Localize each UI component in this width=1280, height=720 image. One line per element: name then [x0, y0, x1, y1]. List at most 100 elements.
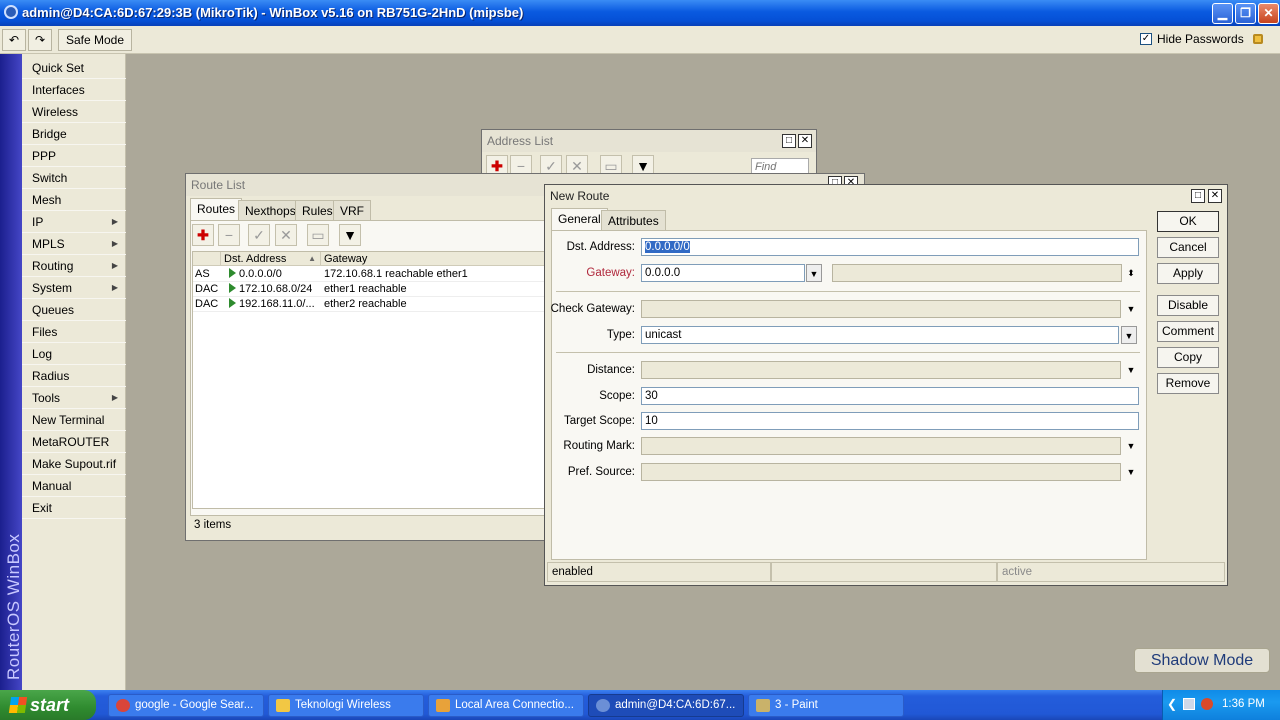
- taskbar-item[interactable]: Local Area Connectio...: [428, 694, 584, 717]
- dst-address-input[interactable]: 0.0.0.0/0: [641, 238, 1139, 256]
- tab-general[interactable]: General: [551, 208, 608, 230]
- pref-source-select[interactable]: [641, 463, 1121, 481]
- route-gateway: ether1 reachable: [324, 283, 407, 295]
- chevron-down-icon[interactable]: ▼: [1123, 361, 1139, 379]
- tab-attributes[interactable]: Attributes: [601, 210, 666, 230]
- taskbar-item[interactable]: 3 - Paint: [748, 694, 904, 717]
- active-route-icon: [229, 283, 236, 293]
- sidebar-item-new-terminal[interactable]: New Terminal: [22, 409, 126, 431]
- type-dropdown-icon[interactable]: ▼: [1121, 326, 1137, 344]
- submenu-arrow-icon: ▶: [111, 283, 118, 292]
- tab-vrf[interactable]: VRF: [333, 200, 371, 220]
- tab-routes[interactable]: Routes: [190, 198, 243, 220]
- sidebar-item-files[interactable]: Files: [22, 321, 126, 343]
- remove-icon[interactable]: −: [218, 224, 240, 246]
- check-gateway-label: Check Gateway:: [550, 303, 635, 315]
- winbox-logo-icon: [4, 5, 18, 19]
- distance-select[interactable]: [641, 361, 1121, 379]
- sidebar-item-queues[interactable]: Queues: [22, 299, 126, 321]
- sidebar-item-ppp[interactable]: PPP: [22, 145, 126, 167]
- sidebar-item-metarouter[interactable]: MetaROUTER: [22, 431, 126, 453]
- sidebar-item-quick-set[interactable]: Quick Set: [22, 57, 126, 79]
- ok-button[interactable]: OK: [1157, 211, 1219, 232]
- sidebar-item-label: Tools: [32, 391, 61, 405]
- checkbox-checked-icon[interactable]: ✓: [1140, 33, 1152, 45]
- add-icon[interactable]: ✚: [192, 224, 214, 246]
- undo-icon[interactable]: ↶: [2, 29, 26, 51]
- sidebar-item-label: Make Supout.rif: [32, 457, 117, 471]
- sidebar-item-system[interactable]: System ▶: [22, 277, 126, 299]
- enable-icon[interactable]: ✓: [248, 224, 270, 246]
- apply-button[interactable]: Apply: [1157, 263, 1219, 284]
- sidebar-item-ip[interactable]: IP ▶: [22, 211, 126, 233]
- status-enabled: enabled: [547, 562, 771, 582]
- shadow-mode-button[interactable]: Shadow Mode: [1134, 648, 1270, 673]
- sidebar-item-manual[interactable]: Manual: [22, 475, 126, 497]
- taskbar-item-label: admin@D4:CA:6D:67...: [615, 699, 736, 711]
- type-select[interactable]: unicast: [641, 326, 1119, 344]
- tray-expand-icon[interactable]: ❮: [1167, 697, 1177, 711]
- chevron-down-icon[interactable]: ▼: [1123, 437, 1139, 455]
- chevron-down-icon[interactable]: ▼: [1123, 463, 1139, 481]
- window-maximize-icon[interactable]: □: [1191, 189, 1205, 203]
- comment-button[interactable]: Comment: [1157, 321, 1219, 342]
- address-list-window[interactable]: Address List □ ✕ ✚ − ✓ ✕ ▭ ▼: [481, 129, 817, 179]
- check-gateway-select[interactable]: [641, 300, 1121, 318]
- chevron-down-icon[interactable]: ▼: [1123, 300, 1139, 318]
- hide-passwords-toggle[interactable]: ✓ Hide Passwords: [1140, 32, 1263, 46]
- comment-icon[interactable]: ▭: [307, 224, 329, 246]
- taskbar-item[interactable]: Teknologi Wireless: [268, 694, 424, 717]
- sidebar-item-mpls[interactable]: MPLS ▶: [22, 233, 126, 255]
- sidebar-item-tools[interactable]: Tools ▶: [22, 387, 126, 409]
- sidebar-item-wireless[interactable]: Wireless: [22, 101, 126, 123]
- new-route-window[interactable]: New Route □ ✕ General Attributes Dst. Ad…: [544, 184, 1228, 586]
- window-maximize-icon[interactable]: □: [782, 134, 796, 148]
- target-scope-input[interactable]: 10: [641, 412, 1139, 430]
- network-tray-icon[interactable]: [1183, 698, 1195, 710]
- sidebar-item-mesh[interactable]: Mesh: [22, 189, 126, 211]
- sidebar-item-make-supout-rif[interactable]: Make Supout.rif: [22, 453, 126, 475]
- sidebar-item-label: Wireless: [32, 105, 79, 119]
- sidebar-item-routing[interactable]: Routing ▶: [22, 255, 126, 277]
- remove-button[interactable]: Remove: [1157, 373, 1219, 394]
- sidebar-brand: RouterOS WinBox: [4, 533, 23, 680]
- disable-icon[interactable]: ✕: [275, 224, 297, 246]
- sidebar-item-radius[interactable]: Radius: [22, 365, 126, 387]
- dst-address-value: 0.0.0.0/0: [645, 241, 690, 253]
- routing-mark-select[interactable]: [641, 437, 1121, 455]
- type-label: Type:: [606, 329, 635, 341]
- maximize-button[interactable]: ❐: [1235, 3, 1256, 24]
- scope-input[interactable]: 30: [641, 387, 1139, 405]
- window-close-icon[interactable]: ✕: [1208, 189, 1222, 203]
- security-tray-icon[interactable]: [1201, 698, 1213, 710]
- close-button[interactable]: ✕: [1258, 3, 1279, 24]
- sidebar-item-label: Radius: [32, 369, 70, 383]
- taskbar-item[interactable]: admin@D4:CA:6D:67...: [588, 694, 744, 717]
- minimize-button[interactable]: ▁: [1212, 3, 1233, 24]
- window-close-icon[interactable]: ✕: [798, 134, 812, 148]
- folder-icon: [276, 699, 290, 712]
- flags-column-header[interactable]: [193, 252, 221, 266]
- taskbar-item-label: 3 - Paint: [775, 699, 818, 711]
- cancel-button[interactable]: Cancel: [1157, 237, 1219, 258]
- sidebar-item-label: Log: [32, 347, 53, 361]
- tab-nexthops[interactable]: Nexthops: [238, 200, 303, 220]
- routing-mark-label: Routing Mark:: [563, 440, 635, 452]
- distance-label: Distance:: [587, 364, 635, 376]
- redo-icon[interactable]: ↷: [28, 29, 52, 51]
- gateway-dropdown-icon[interactable]: ▼: [806, 264, 822, 282]
- safe-mode-button[interactable]: Safe Mode: [58, 29, 132, 51]
- add-remove-arrows-icon[interactable]: ⬍: [1123, 264, 1139, 282]
- filter-icon[interactable]: ▼: [339, 224, 361, 246]
- sidebar-item-interfaces[interactable]: Interfaces: [22, 79, 126, 101]
- sidebar-item-label: PPP: [32, 149, 57, 163]
- sidebar-item-switch[interactable]: Switch: [22, 167, 126, 189]
- sidebar-item-bridge[interactable]: Bridge: [22, 123, 126, 145]
- taskbar-item[interactable]: google - Google Sear...: [108, 694, 264, 717]
- copy-button[interactable]: Copy: [1157, 347, 1219, 368]
- gateway-input[interactable]: 0.0.0.0: [641, 264, 805, 282]
- sidebar-item-log[interactable]: Log: [22, 343, 126, 365]
- disable-button[interactable]: Disable: [1157, 295, 1219, 316]
- sidebar-item-exit[interactable]: Exit: [22, 497, 126, 519]
- dst-address-column-header[interactable]: Dst. Address ▲: [221, 252, 321, 266]
